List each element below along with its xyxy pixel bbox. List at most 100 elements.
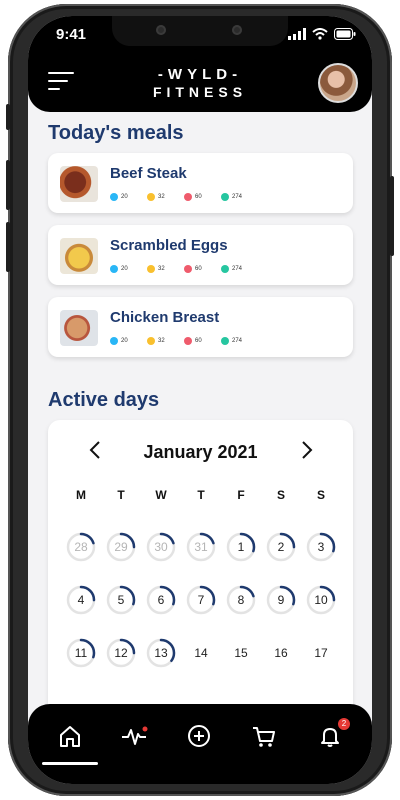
battery-icon: [334, 28, 356, 40]
notch: [112, 16, 288, 46]
calendar-day[interactable]: 7: [186, 585, 216, 615]
macro-item: 274: [221, 193, 258, 201]
macro-value: 20: [121, 266, 128, 272]
weekday-label: S: [316, 488, 325, 502]
macro-value: 60: [195, 194, 202, 200]
macro-value: 20: [121, 338, 128, 344]
calendar-day[interactable]: 2: [266, 532, 296, 562]
macro-dot-icon: [110, 265, 118, 273]
macro-item: 60: [184, 337, 221, 345]
day-number: 29: [114, 540, 128, 554]
macro-item: 60: [184, 265, 221, 273]
macro-value: 32: [158, 338, 165, 344]
meal-card[interactable]: Beef Steak 20 32 60 274: [48, 153, 353, 213]
macro-dot-icon: [110, 193, 118, 201]
signal-icon: [288, 28, 306, 40]
scrambled-eggs-photo: [60, 238, 98, 274]
calendar-day[interactable]: 5: [106, 585, 136, 615]
meal-card[interactable]: Scrambled Eggs 20 32 60 274: [48, 225, 353, 285]
macro-item: 60: [184, 193, 221, 201]
macro-dot-icon: [110, 337, 118, 345]
macro-row: 20 32 60 274: [110, 265, 258, 273]
meal-name: Scrambled Eggs: [110, 237, 228, 254]
calendar-day[interactable]: 8: [226, 585, 256, 615]
calendar-day[interactable]: 31: [186, 532, 216, 562]
calendar-day[interactable]: 30: [146, 532, 176, 562]
macro-value: 20: [121, 194, 128, 200]
macro-value: 274: [232, 266, 243, 272]
day-number: 4: [77, 593, 85, 607]
home-icon[interactable]: [56, 722, 86, 752]
day-number: 2: [277, 540, 285, 554]
volume-down-button: [6, 222, 10, 272]
calendar-day[interactable]: 15: [226, 638, 256, 668]
macro-item: 274: [221, 337, 258, 345]
calendar-day[interactable]: 3: [306, 532, 336, 562]
calendar-day[interactable]: 4: [66, 585, 96, 615]
meal-card[interactable]: Chicken Breast 20 32 60 274: [48, 297, 353, 357]
macro-item: 32: [147, 265, 184, 273]
calendar-day[interactable]: 13: [146, 638, 176, 668]
macro-item: 274: [221, 265, 258, 273]
header: 9:41 -WYLD- FITNESS: [28, 16, 372, 112]
weekday-label: S: [276, 488, 285, 502]
macro-dot-icon: [221, 193, 229, 201]
day-number: 7: [197, 593, 205, 607]
weekday-label: F: [237, 488, 245, 502]
calendar-day[interactable]: 29: [106, 532, 136, 562]
day-number: 11: [74, 646, 88, 660]
macro-row: 20 32 60 274: [110, 337, 258, 345]
status-icons: [288, 28, 356, 40]
macro-item: 20: [110, 193, 147, 201]
calendar-day[interactable]: 1: [226, 532, 256, 562]
calendar-day[interactable]: 28: [66, 532, 96, 562]
macro-dot-icon: [147, 265, 155, 273]
day-number: 16: [274, 646, 288, 660]
calendar-day[interactable]: 16: [266, 638, 296, 668]
calendar-day[interactable]: 10: [306, 585, 336, 615]
macro-dot-icon: [184, 265, 192, 273]
weekday-label: T: [197, 488, 205, 502]
active-tab-indicator: [42, 762, 98, 765]
day-number: 12: [114, 646, 128, 660]
camera-icon: [232, 25, 242, 35]
cart-icon[interactable]: [250, 722, 280, 752]
calendar-day[interactable]: 9: [266, 585, 296, 615]
macro-item: 20: [110, 337, 147, 345]
add-icon[interactable]: [185, 722, 215, 752]
macro-value: 60: [195, 266, 202, 272]
calendar-day[interactable]: 6: [146, 585, 176, 615]
day-number: 17: [314, 646, 328, 660]
app-screen: 9:41 -WYLD- FITNESS Today's meals Beef S…: [28, 16, 372, 784]
macro-dot-icon: [184, 337, 192, 345]
macro-value: 274: [232, 194, 243, 200]
status-time: 9:41: [56, 26, 87, 43]
active-days-title: Active days: [48, 389, 160, 411]
meal-name: Beef Steak: [110, 165, 187, 182]
macro-dot-icon: [147, 193, 155, 201]
activity-icon[interactable]: [120, 722, 150, 752]
chicken-breast-photo: [60, 310, 98, 346]
chevron-right-icon[interactable]: [300, 440, 314, 466]
mute-switch: [6, 104, 10, 130]
macro-row: 20 32 60 274: [110, 193, 258, 201]
macro-value: 60: [195, 338, 202, 344]
day-number: 9: [277, 593, 285, 607]
macro-dot-icon: [221, 337, 229, 345]
calendar-day[interactable]: 12: [106, 638, 136, 668]
wifi-icon: [312, 28, 328, 40]
calendar-day[interactable]: 14: [186, 638, 216, 668]
macro-value: 32: [158, 266, 165, 272]
macro-dot-icon: [147, 337, 155, 345]
meal-name: Chicken Breast: [110, 309, 220, 326]
calendar-day[interactable]: 11: [66, 638, 96, 668]
bell-icon[interactable]: 2: [316, 718, 350, 752]
weekday-label: T: [117, 488, 125, 502]
day-number: 10: [314, 593, 328, 607]
avatar[interactable]: [318, 63, 358, 103]
calendar-day[interactable]: 17: [306, 638, 336, 668]
day-number: 13: [154, 646, 168, 660]
bottom-navigation: 2: [28, 704, 372, 784]
weekday-label: M: [76, 488, 86, 502]
macro-dot-icon: [184, 193, 192, 201]
